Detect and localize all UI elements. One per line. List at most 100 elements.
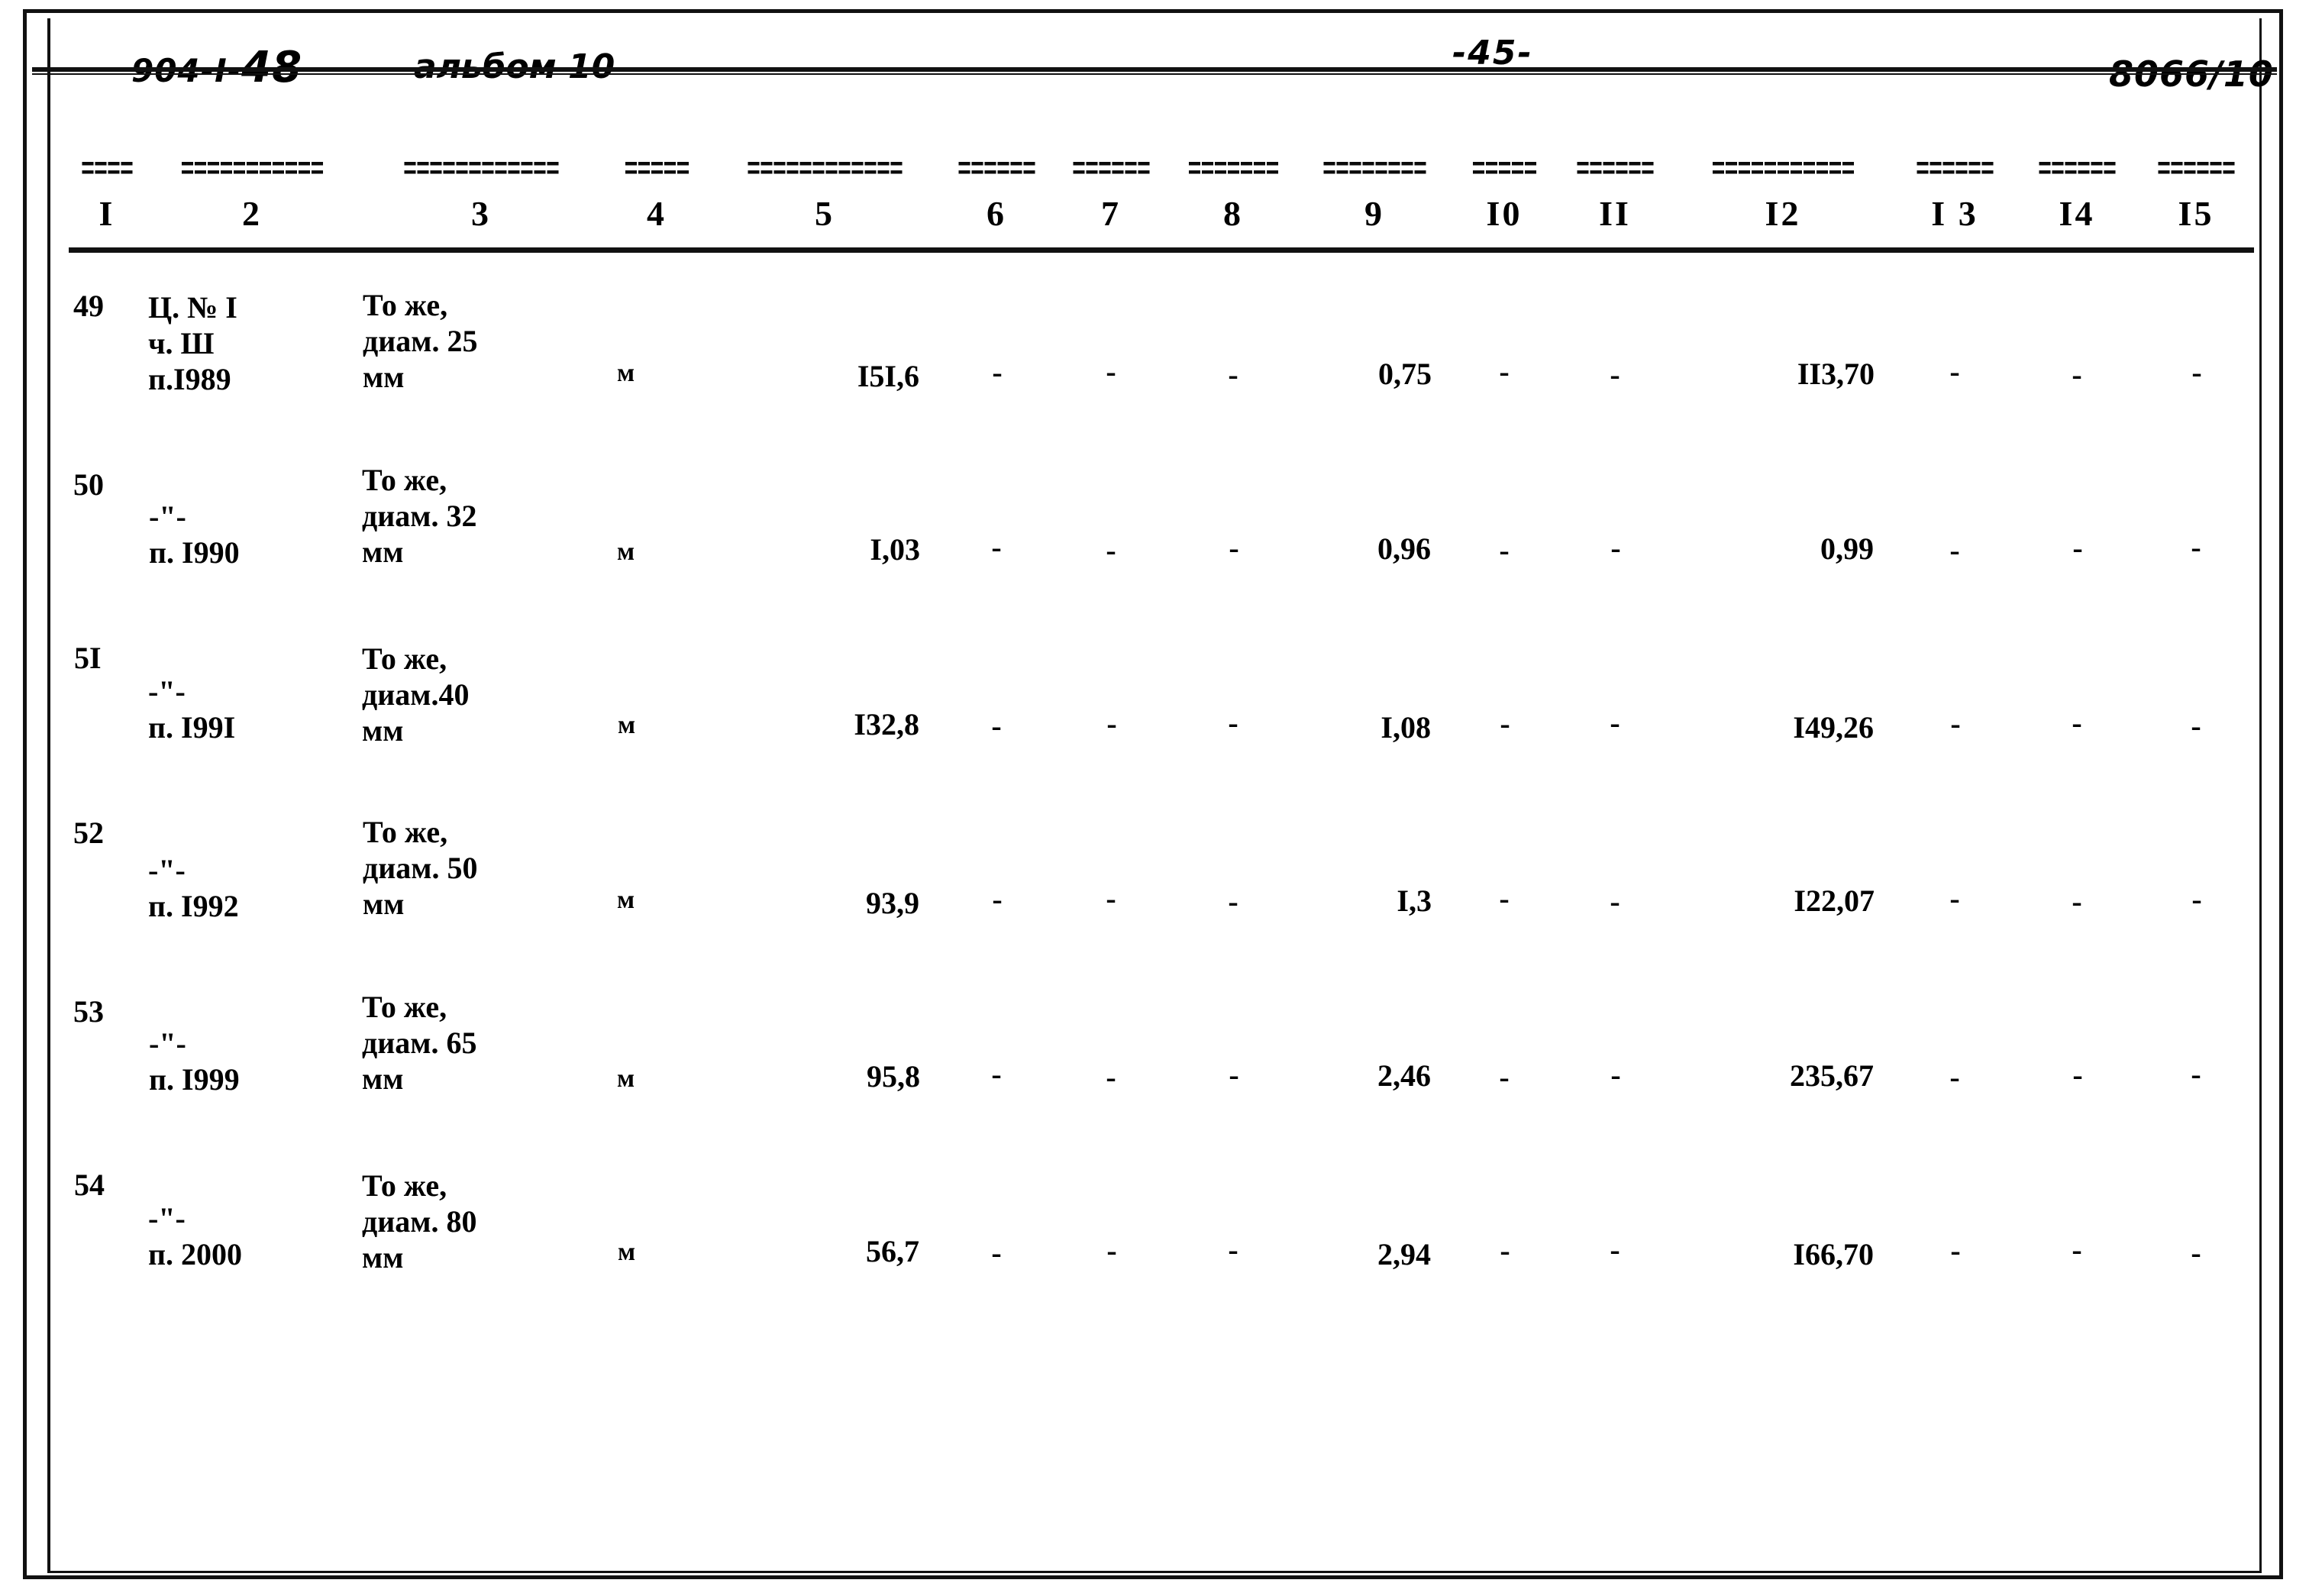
value-col-7: - [1106,533,1116,567]
value-col-12: I66,70 [1793,1237,1874,1271]
column-number-11: II [1599,193,1631,233]
value-col-9: 2,94 [1377,1237,1431,1271]
row-number: 49 [73,289,104,323]
column-number-4: 4 [647,193,667,233]
value-col-13: - [1950,1233,1961,1268]
value-col-12: II3,70 [1797,357,1875,391]
row-number: 52 [73,816,104,850]
column-number-3: 3 [471,193,491,233]
separator-mark: ============ [746,155,903,187]
value-col-15: - [2191,1057,2201,1091]
value-col-12: 235,67 [1790,1058,1874,1093]
value-col-13: - [1949,881,1960,916]
item-name: То же, диам.40 мм [362,641,470,748]
position-reference: -"- п. 2000 [148,1201,243,1271]
value-col-8: - [1228,357,1238,392]
separator-mark: ====== [1915,155,1994,187]
value-col-6: - [991,530,1002,564]
column-number-15: I5 [2178,193,2214,233]
item-name: То же, диам. 32 мм [362,463,477,569]
separator-mark: =========== [1711,155,1855,187]
column-number-5: 5 [815,193,835,233]
unit-of-measure: м [617,886,635,914]
separator-mark: ======== [1322,155,1427,187]
position-reference: -"- п. I999 [149,1026,240,1097]
value-col-7: - [1106,1233,1117,1268]
value-col-14: - [2072,1233,2082,1267]
value-col-8: - [1228,884,1238,919]
separator-mark: ====== [1575,155,1655,187]
column-number-14: I4 [2059,193,2095,233]
item-name: То же, диам. 25 мм [363,288,478,394]
value-col-15: - [2191,709,2201,743]
header-rule-bottom [32,73,2277,75]
table-body: 49 Ц. № I ч. Ш п.I989 То же, диам. 25 мм м I… [69,286,2254,1339]
position-reference: Ц. № I ч. Ш п.I989 [148,290,237,396]
value-col-5: I32,8 [854,707,919,741]
value-col-11: - [1610,706,1620,740]
header-rule-top [32,67,2277,72]
value-col-5: 95,8 [867,1059,920,1094]
value-col-11: - [1610,1233,1620,1267]
column-number-13: I 3 [1931,193,1978,233]
value-col-9: I,3 [1397,884,1432,918]
data-table: ==== =========== ============ ===== ========… [55,155,2262,1555]
unit-of-measure: м [617,1065,635,1093]
separator-mark: ======= [1187,155,1279,187]
column-number-9: 9 [1364,193,1384,233]
value-col-14: - [2072,884,2082,919]
value-col-11: - [1610,1058,1621,1092]
value-col-11: - [1610,357,1620,392]
value-col-12: 0,99 [1820,531,1874,566]
value-col-9: 2,46 [1377,1058,1431,1093]
column-number-2: 2 [242,193,262,233]
value-col-15: - [2191,1236,2201,1270]
value-col-8: - [1229,531,1239,565]
value-col-7: - [1106,354,1116,389]
separator-mark: ==== [80,155,134,187]
column-number-7: 7 [1101,193,1121,233]
value-col-9: 0,75 [1378,357,1432,391]
value-col-11: - [1610,884,1620,919]
position-reference: -"- п. I992 [148,853,239,923]
item-name: То же, диам. 80 мм [362,1168,477,1275]
separator-mark: ===== [1471,155,1537,187]
column-number-12: I2 [1765,193,1801,233]
value-col-13: - [1950,706,1961,741]
value-col-5: 56,7 [866,1234,919,1268]
separator-mark: ====== [2037,155,2117,187]
value-col-6: - [991,1057,1002,1091]
unit-of-measure: м [617,359,635,387]
table-row: 5I -"- п. I99I То же, диам.40 мм м I32,8 - - - I… [69,637,2254,753]
table-row: 53 -"- п. I999 То же, диам. 65 мм м 95,8 - - - 2… [69,988,2254,1104]
table-column-number-row: I 2 3 4 5 6 7 8 9 I0 II I2 I 3 I4 I5 [69,189,2254,237]
value-col-13: - [1949,1060,1960,1094]
table-row: 50 -"- п. I990 То же, диам. 32 мм м I,03 - - - 0… [69,461,2254,577]
value-col-12: I49,26 [1793,710,1874,745]
value-col-13: - [1949,354,1960,389]
value-col-10: - [1500,1233,1510,1268]
value-col-13: - [1949,533,1960,567]
value-col-7: - [1106,881,1116,916]
row-number: 53 [73,994,104,1029]
value-col-8: - [1228,706,1238,740]
separator-mark: ====== [1071,155,1151,187]
value-col-14: - [2072,1058,2083,1092]
separator-mark: ====== [957,155,1036,187]
value-col-6: - [991,1236,1002,1270]
value-col-12: I22,07 [1794,884,1875,918]
column-number-6: 6 [987,193,1006,233]
position-reference: -"- п. I990 [149,499,240,570]
value-col-10: - [1499,1060,1510,1094]
value-col-7: - [1106,1060,1116,1094]
position-reference: -"- п. I99I [148,674,236,745]
value-col-14: - [2072,706,2082,740]
value-col-6: - [991,709,1002,743]
value-col-9: I,08 [1381,710,1431,745]
value-col-11: - [1610,531,1621,565]
value-col-10: - [1500,706,1510,741]
value-col-7: - [1106,706,1117,741]
value-col-14: - [2072,357,2082,392]
row-number: 54 [74,1168,105,1202]
scanned-document-page: 904-I-48 альбом 10 -45- 8066/10 ==== ====… [0,0,2309,1596]
